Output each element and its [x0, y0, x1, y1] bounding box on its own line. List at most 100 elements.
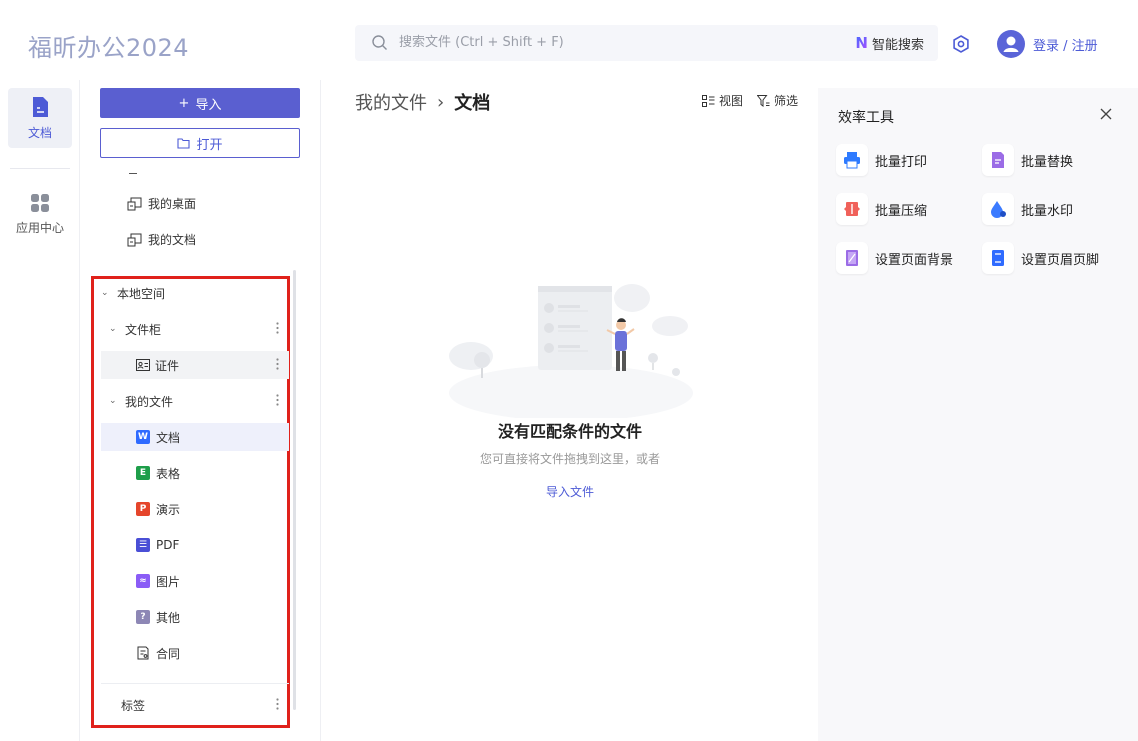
tool-label: 批量压缩	[875, 203, 928, 219]
pdf-icon: ☰	[136, 538, 150, 552]
document-icon	[33, 96, 48, 117]
tree-label: 合同	[156, 646, 181, 661]
tool-label: 设置页眉页脚	[1021, 252, 1100, 268]
filter-button[interactable]: 筛选	[756, 92, 798, 109]
view-layout-icon	[701, 94, 715, 107]
tree-label: 标签	[121, 698, 146, 713]
tree-type-other[interactable]: ? 其他	[101, 603, 289, 631]
panel-title: 效率工具	[838, 110, 894, 126]
view-label: 视图	[718, 94, 743, 108]
presentation-icon: P	[136, 502, 150, 516]
import-label: 导入	[195, 97, 222, 113]
open-button[interactable]: 打开	[100, 128, 300, 158]
tool-label: 批量水印	[1021, 203, 1074, 219]
more-icon[interactable]	[276, 698, 279, 710]
image-icon: ≈	[136, 574, 150, 588]
main-content: 我的文件 › 文档 视图 筛选 没有匹配条件的文件 您可直接将文件拖拽到这里，或…	[322, 80, 818, 741]
tree-label: 文档	[156, 430, 181, 445]
shortcut-folder-icon	[127, 233, 142, 246]
tree-type-presentations[interactable]: P 演示	[101, 495, 289, 523]
header-footer-icon	[982, 242, 1014, 274]
replace-doc-icon	[982, 144, 1014, 176]
tree-local-space[interactable]: ⌄ 本地空间	[101, 279, 289, 307]
tree-type-pdf[interactable]: ☰ PDF	[101, 531, 289, 559]
tree-type-images[interactable]: ≈ 图片	[101, 567, 289, 595]
search-input[interactable]: 搜索文件 (Ctrl + Shift + F)	[399, 25, 564, 61]
tool-batch-print[interactable]: 批量打印	[836, 144, 927, 176]
tree-label: 其他	[156, 610, 181, 625]
tool-label: 批量打印	[875, 154, 928, 170]
sidebar-scrollbar[interactable]	[293, 270, 296, 710]
tree-type-documents[interactable]: W 文档	[101, 423, 289, 451]
tool-batch-replace[interactable]: 批量替换	[982, 144, 1073, 176]
rail-item-documents[interactable]: 文档	[8, 88, 72, 148]
tree-type-spreadsheets[interactable]: E 表格	[101, 459, 289, 487]
more-icon[interactable]	[276, 358, 279, 370]
tool-batch-watermark[interactable]: 批量水印	[982, 193, 1073, 225]
import-button[interactable]: + 导入	[100, 88, 300, 118]
breadcrumb: 我的文件 › 文档	[355, 89, 490, 115]
file-tree: ⌄ 本地空间 ⌄ 文件柜 证件 ⌄ 我的文件 W 文档 E 表格 P 演示 ☰ …	[91, 276, 290, 728]
chevron-down-icon: ⌄	[109, 396, 117, 406]
quick-item-label: 我的文档	[148, 233, 197, 247]
shortcut-folder-icon	[127, 197, 142, 210]
tool-label: 设置页面背景	[875, 252, 954, 268]
close-icon[interactable]	[1099, 107, 1113, 121]
breadcrumb-separator: ›	[437, 91, 445, 113]
printer-icon	[836, 144, 868, 176]
rail-divider	[10, 168, 70, 169]
search-bar[interactable]: 搜索文件 (Ctrl + Shift + F) N 智能搜索	[355, 25, 938, 61]
tree-my-files[interactable]: ⌄ 我的文件	[101, 387, 289, 415]
tool-label: 批量替换	[1021, 154, 1074, 170]
tool-batch-compress[interactable]: 批量压缩	[836, 193, 927, 225]
quick-item-label: 我的桌面	[148, 197, 197, 211]
empty-state-illustration	[449, 284, 693, 418]
tree-label: 文件柜	[125, 322, 162, 337]
chevron-down-icon: ⌄	[109, 324, 117, 334]
ai-logo-icon: N	[855, 34, 868, 52]
ai-search-label: 智能搜索	[871, 37, 924, 53]
breadcrumb-current: 文档	[454, 93, 491, 114]
view-tools: 视图 筛选	[701, 92, 798, 109]
filter-label: 筛选	[773, 94, 798, 108]
more-icon[interactable]	[276, 394, 279, 406]
tree-cabinet[interactable]: ⌄ 文件柜	[101, 315, 289, 343]
tree-tags[interactable]: 标签	[101, 691, 289, 719]
breadcrumb-root[interactable]: 我的文件	[355, 89, 427, 115]
spreadsheet-icon: E	[136, 466, 150, 480]
import-file-link[interactable]: 导入文件	[322, 483, 818, 500]
tool-header-footer[interactable]: 设置页眉页脚	[982, 242, 1099, 274]
contract-icon	[137, 646, 149, 660]
question-file-icon: ?	[136, 610, 150, 624]
page-background-icon	[836, 242, 868, 274]
ai-search-button[interactable]: N 智能搜索	[855, 25, 924, 61]
empty-state-subtitle: 您可直接将文件拖拽到这里，或者	[479, 452, 660, 466]
login-register-link[interactable]: 登录 / 注册	[997, 30, 1098, 58]
rail-item-label: 文档	[27, 125, 52, 140]
tree-label: 表格	[156, 466, 181, 481]
quick-item-desktop[interactable]: 我的桌面	[127, 195, 196, 212]
plus-icon: +	[178, 95, 190, 111]
tree-label: 证件	[155, 358, 180, 373]
view-button[interactable]: 视图	[701, 92, 743, 109]
tree-divider	[101, 683, 289, 684]
search-icon	[372, 35, 387, 50]
login-label: 登录 / 注册	[1033, 38, 1098, 54]
rail-item-app-center[interactable]: 应用中心	[8, 184, 72, 244]
watermark-icon	[982, 193, 1014, 225]
open-label: 打开	[196, 137, 223, 153]
settings-gear-icon[interactable]	[951, 34, 971, 54]
tree-certificate[interactable]: 证件	[101, 351, 289, 379]
app-title: 福昕办公2024	[28, 34, 190, 62]
tree-label: 图片	[156, 574, 181, 589]
empty-state-title: 没有匹配条件的文件	[497, 422, 642, 441]
tree-label: 演示	[156, 502, 181, 517]
quick-item-my-documents[interactable]: 我的文档	[127, 231, 196, 248]
avatar[interactable]	[997, 30, 1025, 58]
user-icon	[1003, 36, 1019, 52]
word-doc-icon: W	[136, 430, 150, 444]
tool-page-background[interactable]: 设置页面背景	[836, 242, 953, 274]
more-icon[interactable]	[276, 322, 279, 334]
efficiency-tools-panel: 效率工具 批量打印 批量替换 批量压缩 批量水印 设置页面背景 设置页眉页脚	[818, 88, 1138, 741]
tree-type-contracts[interactable]: 合同	[101, 639, 289, 667]
